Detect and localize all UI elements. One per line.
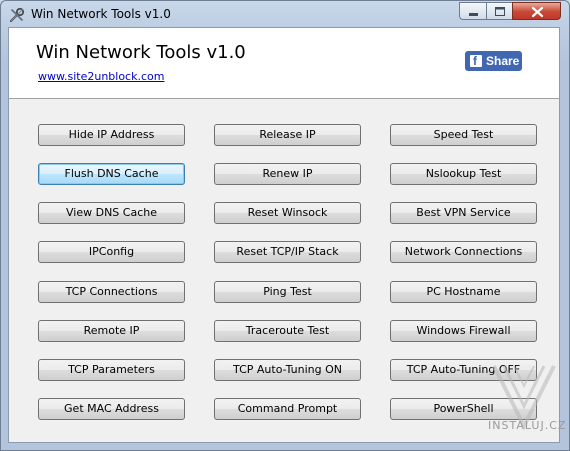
renew-ip-button[interactable]: Renew IP bbox=[214, 163, 361, 185]
minimize-icon bbox=[469, 13, 478, 16]
facebook-share-button[interactable]: f Share bbox=[465, 51, 522, 71]
nslookup-test-button[interactable]: Nslookup Test bbox=[390, 163, 537, 185]
tcp-parameters-button[interactable]: TCP Parameters bbox=[38, 359, 185, 381]
command-prompt-button[interactable]: Command Prompt bbox=[214, 398, 361, 420]
reset-winsock-button[interactable]: Reset Winsock bbox=[214, 202, 361, 224]
page-title: Win Network Tools v1.0 bbox=[36, 42, 246, 63]
pc-hostname-button[interactable]: PC Hostname bbox=[390, 281, 537, 303]
tcp-auto-tuning-on-button[interactable]: TCP Auto-Tuning ON bbox=[214, 359, 361, 381]
share-label: Share bbox=[486, 54, 520, 68]
client-area: Win Network Tools v1.0 www.site2unblock.… bbox=[8, 27, 560, 443]
facebook-icon: f bbox=[470, 54, 482, 68]
close-icon bbox=[531, 6, 544, 18]
watermark-text: INSTALUJ.CZ bbox=[488, 419, 567, 432]
website-link[interactable]: www.site2unblock.com bbox=[38, 70, 164, 83]
speed-test-button[interactable]: Speed Test bbox=[390, 124, 537, 146]
view-dns-cache-button[interactable]: View DNS Cache bbox=[38, 202, 185, 224]
header-panel: Win Network Tools v1.0 www.site2unblock.… bbox=[9, 28, 559, 99]
get-mac-address-button[interactable]: Get MAC Address bbox=[38, 398, 185, 420]
network-connections-button[interactable]: Network Connections bbox=[390, 241, 537, 263]
tools-wrench-icon bbox=[9, 7, 25, 23]
flush-dns-cache-button[interactable]: Flush DNS Cache bbox=[38, 163, 185, 185]
maximize-icon bbox=[495, 7, 505, 16]
traceroute-test-button[interactable]: Traceroute Test bbox=[214, 320, 361, 342]
reset-tcp-ip-stack-button[interactable]: Reset TCP/IP Stack bbox=[214, 241, 361, 263]
maximize-button[interactable] bbox=[486, 2, 512, 20]
minimize-button[interactable] bbox=[459, 2, 486, 20]
ipconfig-button[interactable]: IPConfig bbox=[38, 241, 185, 263]
window-title: Win Network Tools v1.0 bbox=[31, 7, 171, 21]
windows-firewall-button[interactable]: Windows Firewall bbox=[390, 320, 537, 342]
close-button[interactable] bbox=[512, 2, 561, 20]
best-vpn-service-button[interactable]: Best VPN Service bbox=[390, 202, 537, 224]
release-ip-button[interactable]: Release IP bbox=[214, 124, 361, 146]
tcp-connections-button[interactable]: TCP Connections bbox=[38, 281, 185, 303]
title-bar[interactable]: Win Network Tools v1.0 bbox=[1, 1, 569, 27]
ping-test-button[interactable]: Ping Test bbox=[214, 281, 361, 303]
hide-ip-address-button[interactable]: Hide IP Address bbox=[38, 124, 185, 146]
remote-ip-button[interactable]: Remote IP bbox=[38, 320, 185, 342]
